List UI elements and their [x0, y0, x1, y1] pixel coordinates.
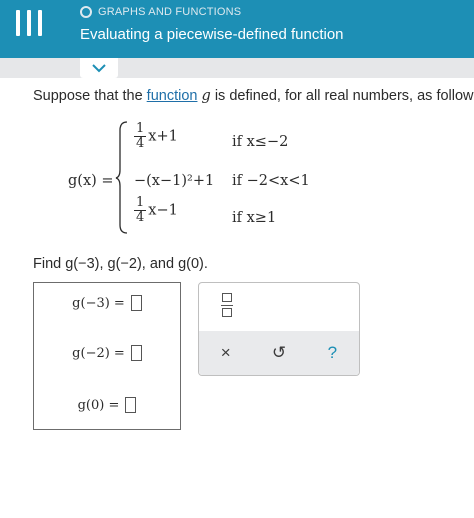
topic-label: GRAPHS AND FUNCTIONS	[80, 6, 241, 18]
toolbar-top	[199, 283, 359, 331]
math-toolbar: × ↺ ?	[198, 282, 360, 376]
answer-input-2[interactable]	[130, 345, 142, 361]
prompt-var: g	[201, 88, 211, 104]
function-link[interactable]: function	[147, 88, 198, 104]
answer-input-1[interactable]	[130, 295, 142, 311]
answer-label-3: g(0) =	[77, 397, 120, 413]
topic-text: GRAPHS AND FUNCTIONS	[98, 6, 242, 18]
answer-label-2: g(−2) =	[72, 345, 125, 361]
prompt-text-start: Suppose that the	[33, 88, 147, 104]
answer-input-3[interactable]	[125, 397, 137, 413]
function-name: g(x) =	[68, 173, 114, 189]
header-bar: GRAPHS AND FUNCTIONS Evaluating a piecew…	[0, 0, 474, 58]
prompt-text-end: is defined, for all real numbers, as fol…	[210, 88, 474, 104]
case-2-condition: if −2<x<1	[232, 173, 310, 189]
case-3-expr: 1 4 x−1	[134, 195, 178, 225]
menu-icon[interactable]	[16, 10, 42, 36]
toolbar-bottom: × ↺ ?	[199, 331, 359, 375]
help-icon[interactable]: ?	[317, 343, 347, 363]
piecewise-brace	[115, 121, 128, 234]
problem-prompt: Suppose that the function g is defined, …	[33, 88, 474, 104]
case-3-condition: if x≥1	[232, 210, 277, 226]
answer-row-3: g(0) =	[34, 397, 180, 413]
find-instruction: Find g(−3), g(−2), and g(0).	[33, 256, 208, 272]
chevron-down-icon	[92, 64, 106, 73]
topic-circle-icon	[80, 6, 92, 18]
fraction-icon[interactable]	[221, 293, 233, 317]
answer-label-1: g(−3) =	[72, 295, 125, 311]
answer-row-1: g(−3) =	[34, 295, 180, 311]
case-2-expr: −(x−1)²+1	[134, 173, 215, 189]
answer-box: g(−3) = g(−2) = g(0) =	[33, 282, 181, 430]
page-title: Evaluating a piecewise-defined function	[80, 26, 344, 43]
case-1-condition: if x≤−2	[232, 134, 289, 150]
answer-row-2: g(−2) =	[34, 345, 180, 361]
clear-icon[interactable]: ×	[211, 343, 241, 363]
expand-tab[interactable]	[80, 58, 118, 78]
undo-icon[interactable]: ↺	[264, 343, 294, 363]
case-1-expr: 1 4 x+1	[134, 121, 178, 151]
